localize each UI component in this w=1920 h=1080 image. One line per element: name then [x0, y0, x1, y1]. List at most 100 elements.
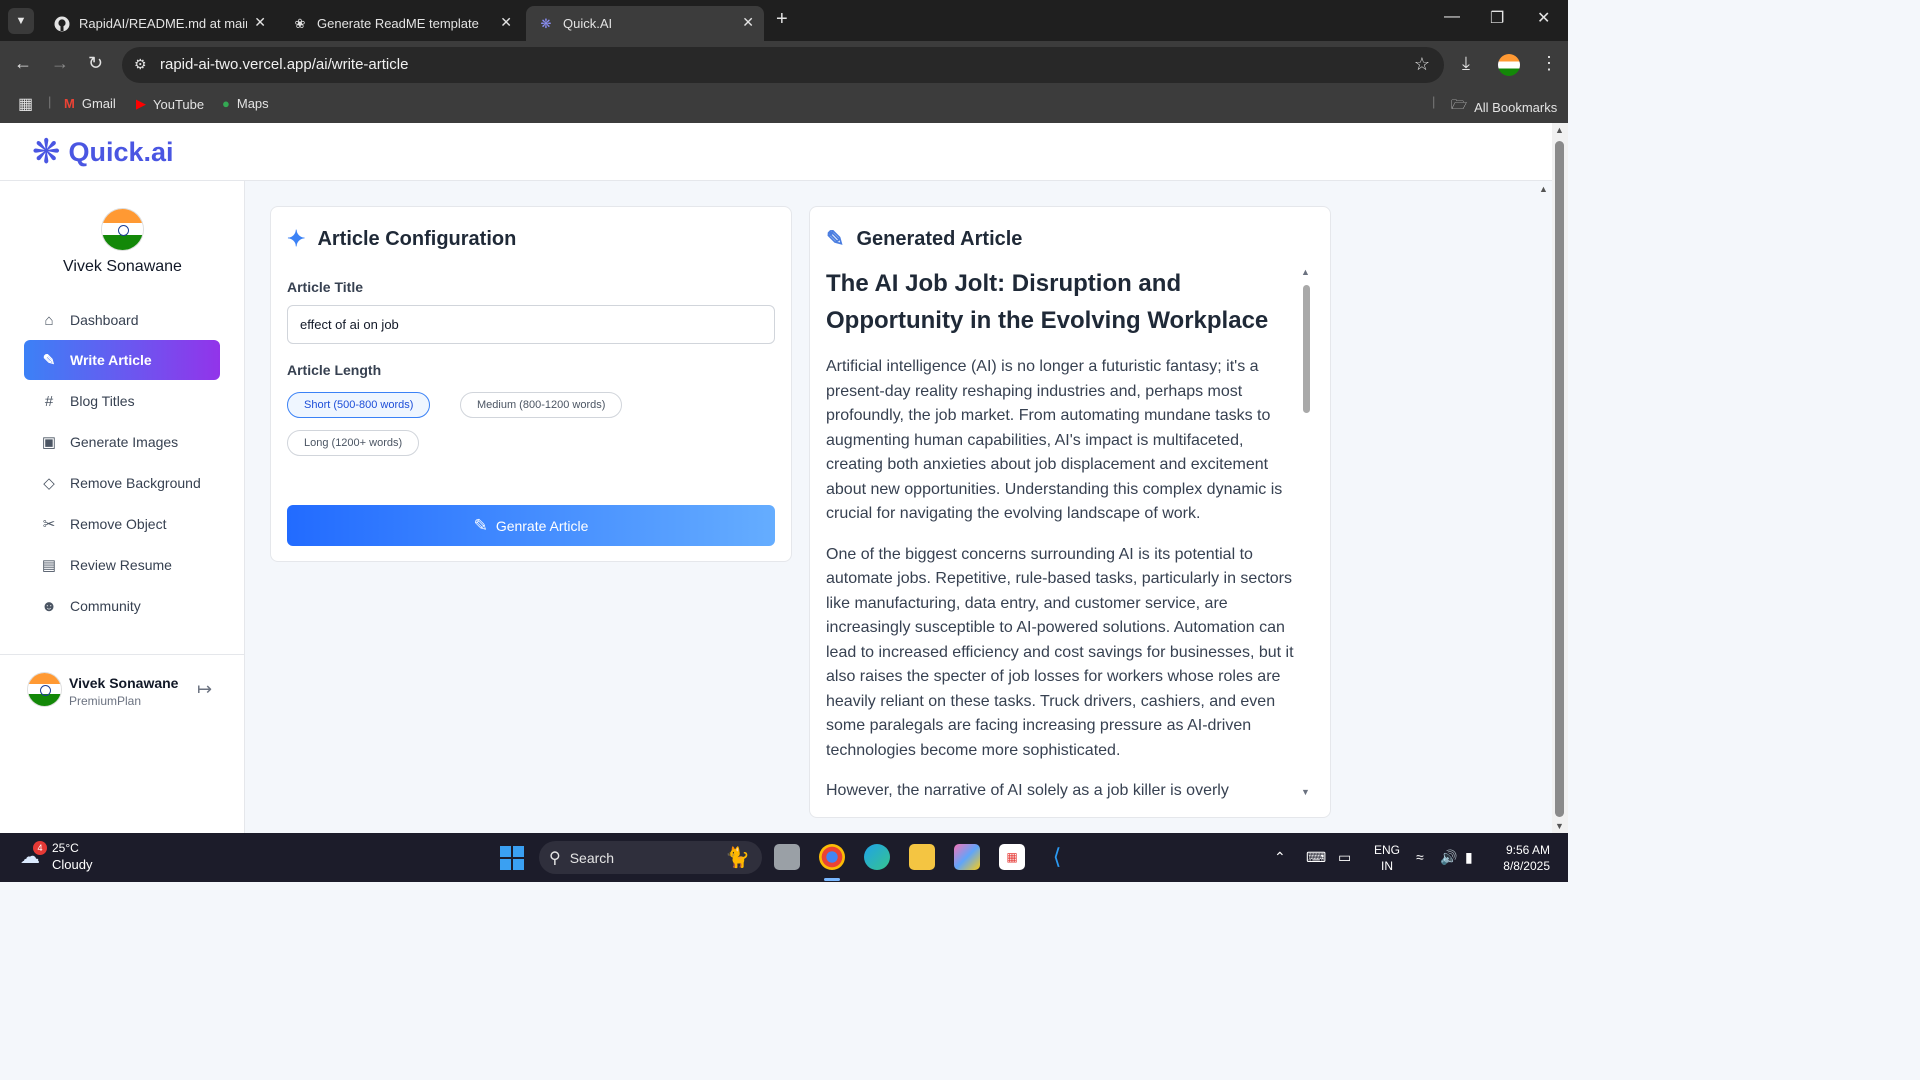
close-tab-icon[interactable]: ✕	[254, 14, 266, 31]
menu-icon[interactable]: ⋮	[1540, 53, 1558, 74]
language-indicator[interactable]: ENG IN	[1374, 842, 1400, 874]
scroll-thumb[interactable]	[1555, 141, 1564, 817]
vscode-icon[interactable]: ⟨	[1044, 844, 1070, 870]
battery-icon[interactable]: ▮	[1465, 849, 1473, 866]
chrome-icon[interactable]	[819, 844, 845, 870]
edge-icon[interactable]	[864, 844, 890, 870]
length-option-short[interactable]: Short (500-800 words)	[287, 392, 431, 418]
sidebar-item-label: Review Resume	[70, 557, 172, 573]
volume-icon[interactable]: 🔊	[1440, 849, 1457, 866]
windows-taskbar: ☁ 4 25°C Cloudy ⚲ Search 🐈 ▦ ⟨ ⌃ ⌨ ▭ ENG…	[0, 833, 1568, 882]
taskbar-search[interactable]: ⚲ Search 🐈	[539, 841, 762, 874]
download-icon[interactable]: ⤓	[1462, 53, 1470, 74]
tablet-icon[interactable]: ▭	[1338, 849, 1351, 866]
image-icon: ▣	[41, 434, 57, 451]
scroll-up-icon[interactable]: ▲	[1555, 125, 1564, 135]
system-clock[interactable]: 9:56 AM 8/8/2025	[1496, 842, 1550, 874]
sidebar-item-remove-object[interactable]: ✂ Remove Object	[24, 504, 220, 544]
url-text[interactable]: rapid-ai-two.vercel.app/ai/write-article	[160, 56, 408, 73]
sidebar-item-dashboard[interactable]: ⌂ Dashboard	[24, 300, 220, 340]
sidebar-item-label: Remove Background	[70, 475, 201, 491]
bookmark-label: YouTube	[153, 96, 205, 112]
user-avatar-small[interactable]	[28, 673, 61, 706]
wifi-icon[interactable]: ≈	[1416, 849, 1424, 865]
bookmarks-bar: ▦ | M Gmail ▶ YouTube ● Maps | 🗁 All Boo…	[0, 88, 1568, 123]
user-name: Vivek Sonawane	[63, 258, 182, 275]
search-label: Search	[569, 849, 615, 866]
close-tab-icon[interactable]: ✕	[742, 14, 754, 31]
tab-title: Generate ReadME template	[317, 16, 479, 31]
bookmark-gmail[interactable]: M Gmail	[64, 96, 116, 111]
tab-search-button[interactable]: ▼	[8, 8, 34, 34]
site-info-icon[interactable]: ⚙	[134, 56, 147, 73]
sidebar-item-blog-titles[interactable]: # Blog Titles	[24, 381, 220, 421]
all-bookmarks[interactable]: 🗁 All Bookmarks	[1451, 96, 1557, 118]
tab-chatgpt[interactable]: ❀ Generate ReadME template ✕	[280, 6, 522, 41]
copilot-icon[interactable]	[954, 844, 980, 870]
youtube-icon: ▶	[136, 96, 146, 111]
bookmark-youtube[interactable]: ▶ YouTube	[136, 96, 204, 112]
lang-code: ENG	[1374, 843, 1401, 857]
article-title-input[interactable]	[287, 305, 775, 344]
length-option-medium[interactable]: Medium (800-1200 words)	[460, 392, 623, 418]
scroll-up-icon[interactable]: ▲	[1301, 267, 1310, 277]
reload-icon[interactable]: ↻	[88, 53, 103, 74]
users-icon: ☻	[41, 597, 57, 615]
weather-condition[interactable]: Cloudy	[52, 857, 92, 872]
length-option-long[interactable]: Long (1200+ words)	[287, 430, 420, 456]
close-tab-icon[interactable]: ✕	[500, 14, 512, 31]
file-explorer-icon[interactable]	[909, 844, 935, 870]
sidebar-item-review-resume[interactable]: ▤ Review Resume	[24, 545, 220, 585]
sidebar-item-community[interactable]: ☻ Community	[24, 586, 220, 626]
back-icon[interactable]: ←	[14, 53, 32, 74]
restore-icon[interactable]: ❐	[1490, 8, 1504, 28]
article-paragraph: However, the narrative of AI solely as a…	[826, 782, 1229, 799]
minimize-icon[interactable]: —	[1444, 8, 1460, 26]
tab-github-readme[interactable]: RapidAI/README.md at main · ✕	[42, 6, 276, 41]
footer-user-name: Vivek Sonawane	[69, 675, 179, 691]
article-config-card: ✦ Article Configuration Article Title Ar…	[270, 206, 792, 562]
chevron-up-icon[interactable]: ⌃	[1274, 849, 1286, 866]
tab-quickai[interactable]: ❋ Quick.AI ✕	[526, 6, 764, 41]
clock-date: 8/8/2025	[1503, 859, 1550, 873]
sidebar-item-generate-images[interactable]: ▣ Generate Images	[24, 422, 220, 462]
weather-temp[interactable]: 25°C	[52, 841, 79, 855]
article-length-label: Article Length	[287, 362, 382, 378]
bookmark-maps[interactable]: ● Maps	[222, 96, 269, 111]
generate-article-button[interactable]: ✎ Genrate Article	[287, 505, 775, 546]
content-scroll-up-icon[interactable]: ▲	[1539, 184, 1548, 194]
generated-title-text: Generated Article	[856, 227, 1023, 250]
address-bar[interactable]: ⚙ rapid-ai-two.vercel.app/ai/write-artic…	[122, 47, 1444, 83]
browser-toolbar: ← → ↻ ⚙ rapid-ai-two.vercel.app/ai/write…	[0, 41, 1568, 88]
scroll-down-icon[interactable]: ▼	[1301, 787, 1310, 797]
apps-grid-icon[interactable]: ▦	[18, 94, 33, 114]
notification-badge: 4	[33, 841, 47, 855]
bookmark-star-icon[interactable]: ☆	[1414, 54, 1430, 75]
keyboard-icon[interactable]: ⌨	[1306, 849, 1326, 866]
article-scrollbar[interactable]: ▲ ▼	[1301, 267, 1311, 797]
generated-article-card: ✎ Generated Article The AI Job Jolt: Dis…	[809, 206, 1331, 818]
new-tab-button[interactable]: +	[776, 8, 788, 31]
start-windows-icon[interactable]	[500, 846, 524, 870]
config-card-title: ✦ Article Configuration	[287, 226, 516, 252]
task-view-icon[interactable]	[774, 844, 800, 870]
sidebar-item-label: Write Article	[70, 352, 152, 368]
article-heading: The AI Job Jolt: Disruption and Opportun…	[826, 270, 1269, 334]
browser-tabstrip: ▼ RapidAI/README.md at main · ✕ ❀ Genera…	[0, 0, 1568, 41]
sidebar-item-remove-background[interactable]: ◇ Remove Background	[24, 463, 220, 503]
close-window-icon[interactable]: ✕	[1537, 8, 1550, 28]
page-scrollbar[interactable]: ▲ ▼	[1552, 123, 1568, 833]
article-paragraph: Artificial intelligence (AI) is no longe…	[826, 358, 1283, 522]
store-icon[interactable]: ▦	[999, 844, 1025, 870]
sidebar-item-label: Community	[70, 598, 141, 614]
user-avatar[interactable]	[102, 209, 143, 250]
brand-logo[interactable]: ❋ Quick.ai	[32, 135, 174, 169]
active-app-indicator	[824, 878, 840, 881]
sidebar-item-write-article[interactable]: ✎ Write Article	[24, 340, 220, 380]
eraser-icon: ◇	[43, 475, 55, 492]
logout-icon[interactable]: ↦	[197, 679, 212, 700]
scroll-thumb[interactable]	[1303, 285, 1310, 413]
scroll-down-icon[interactable]: ▼	[1555, 821, 1564, 831]
forward-icon[interactable]: →	[51, 53, 69, 74]
profile-avatar[interactable]	[1498, 54, 1520, 76]
